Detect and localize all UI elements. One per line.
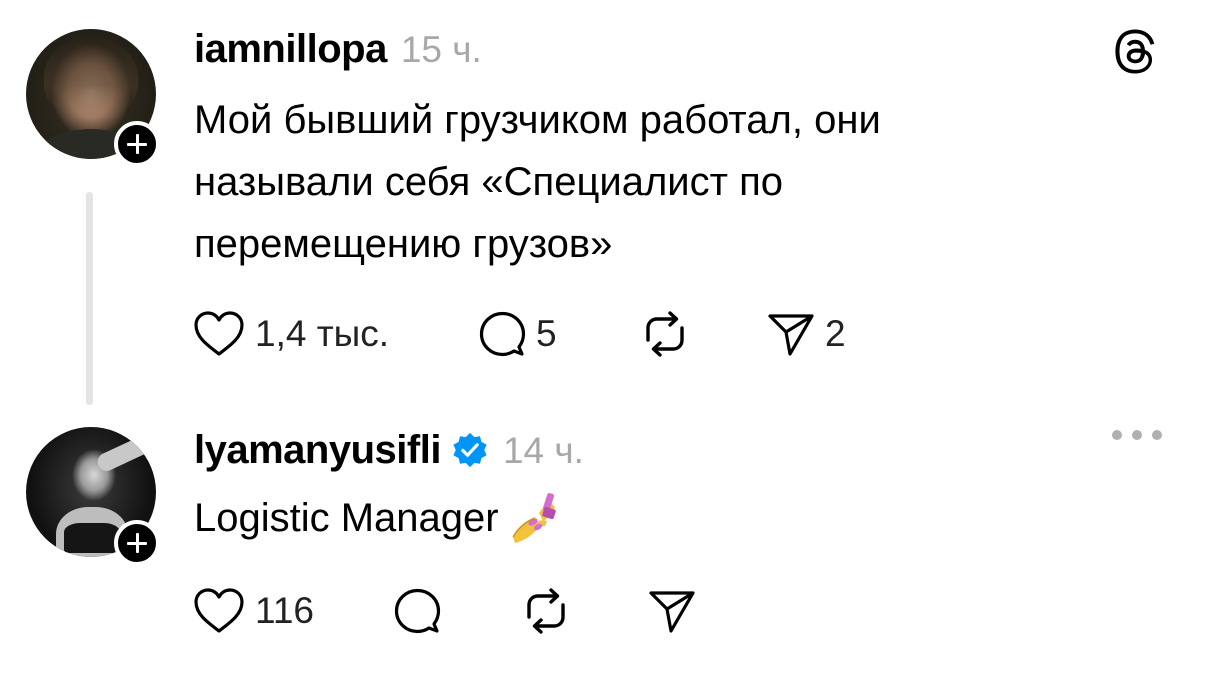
timestamp[interactable]: 14 ч. <box>503 428 584 474</box>
like-count: 116 <box>255 590 314 631</box>
comment-icon <box>394 588 441 634</box>
post-text-line: называли себя «Специалист по <box>194 160 783 204</box>
like-count: 1,4 тыс. <box>255 313 390 354</box>
repost-icon <box>527 588 565 634</box>
share-icon <box>768 314 814 356</box>
comment-icon <box>479 311 526 357</box>
follow-button[interactable] <box>114 520 160 566</box>
post-header: lyamanyusifli 14 ч. <box>194 425 584 474</box>
post-card: lyamanyusifli 14 ч. Logistic Manager 116 <box>0 405 1206 673</box>
like-button[interactable]: 116 <box>193 583 314 639</box>
share-count: 2 <box>825 313 846 354</box>
timestamp[interactable]: 15 ч. <box>401 27 482 73</box>
post-card: iamnillopa 15 ч. Мой бывший грузчиком ра… <box>0 0 1206 405</box>
plus-icon <box>127 134 147 154</box>
share-icon <box>649 591 695 633</box>
username[interactable]: iamnillopa <box>194 26 387 72</box>
username[interactable]: lyamanyusifli <box>194 427 441 473</box>
nail-polish-emoji <box>511 493 556 543</box>
post-text-line: Logistic Manager <box>194 496 499 540</box>
share-button[interactable] <box>648 583 696 639</box>
reply-button[interactable]: 5 <box>478 306 557 362</box>
threads-logo-icon[interactable] <box>1112 28 1160 76</box>
repost-button[interactable] <box>521 583 571 639</box>
more-icon[interactable] <box>1112 428 1162 442</box>
repost-icon <box>646 311 684 357</box>
verified-badge-icon <box>453 432 487 468</box>
plus-icon <box>127 533 147 553</box>
repost-button[interactable] <box>640 306 690 362</box>
post-text: Logistic Manager <box>194 487 559 549</box>
like-button[interactable]: 1,4 тыс. <box>193 306 389 362</box>
reply-button[interactable] <box>393 583 441 639</box>
heart-icon <box>194 588 244 633</box>
heart-icon <box>194 311 244 356</box>
post-text-line: перемещению грузов» <box>194 222 613 266</box>
post-text-line: Мой бывший грузчиком работал, они <box>194 98 881 142</box>
reply-count: 5 <box>536 313 557 354</box>
follow-button[interactable] <box>114 121 160 167</box>
post-header: iamnillopa 15 ч. <box>194 26 482 73</box>
post-text: Мой бывший грузчиком работал, они называ… <box>194 89 881 275</box>
thread-line <box>86 192 93 405</box>
share-button[interactable]: 2 <box>767 306 846 362</box>
